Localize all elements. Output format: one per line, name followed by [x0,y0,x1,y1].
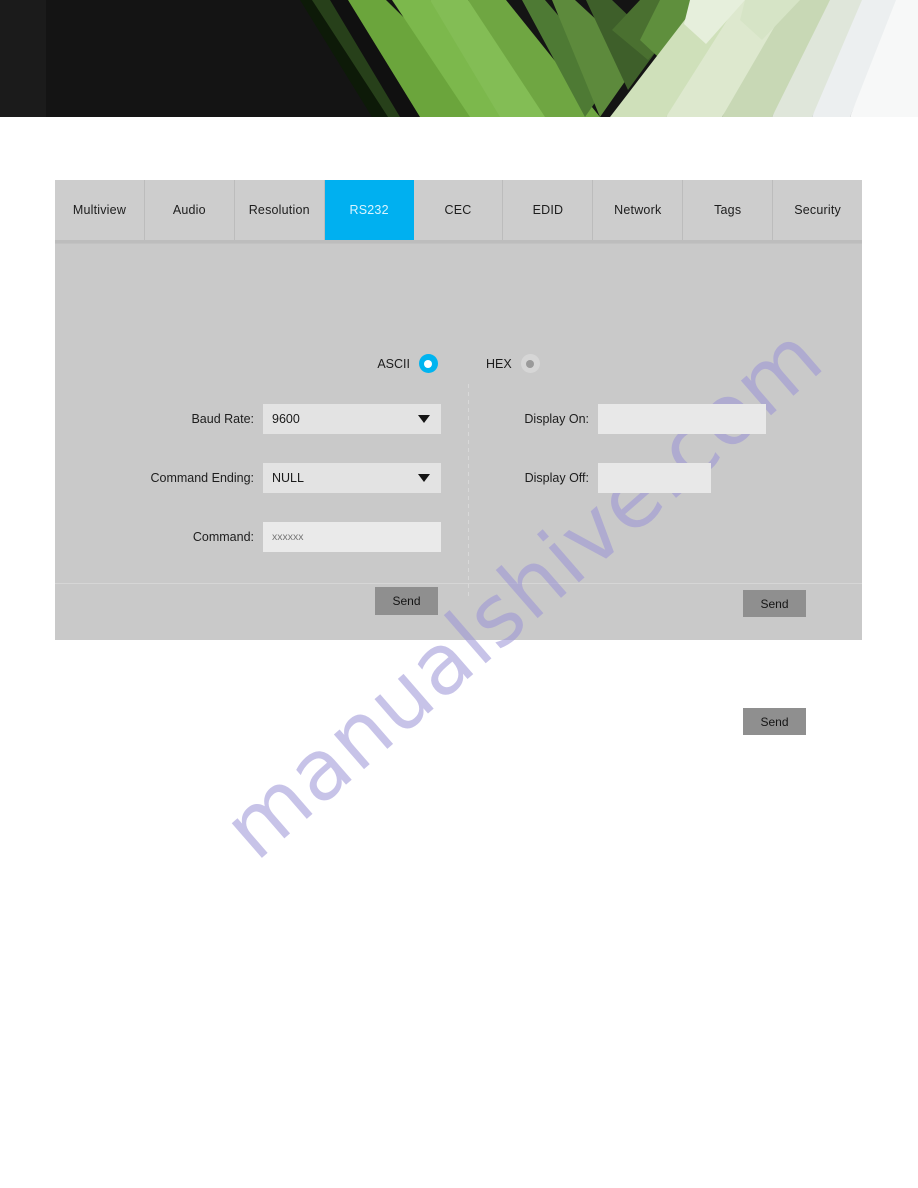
radio-option-ascii[interactable]: ASCII [377,354,438,373]
tab-network[interactable]: Network [593,180,684,240]
rs232-panel-body: manualshive.com ASCII HEX Baud Rate: 960… [55,243,862,878]
baud-rate-label: Baud Rate: [191,412,254,426]
display-on-input[interactable] [598,404,766,434]
display-on-label: Display On: [524,412,589,426]
banner-artwork [0,0,918,117]
chevron-down-icon [418,415,430,423]
settings-panel: Multiview Audio Resolution RS232 CEC EDI… [55,180,863,878]
tab-rs232[interactable]: RS232 [324,180,414,240]
command-ending-label: Command Ending: [150,471,254,485]
send-display-off-button[interactable]: Send [743,708,806,735]
command-input[interactable] [263,522,441,552]
tab-security[interactable]: Security [773,180,863,240]
radio-selected-icon[interactable] [418,354,438,373]
tab-label: Tags [714,203,742,217]
tab-audio[interactable]: Audio [144,180,235,240]
header-banner-graphic [0,0,918,117]
radio-label-hex: HEX [485,356,512,371]
tab-bar: Multiview Audio Resolution RS232 CEC EDI… [55,180,863,240]
display-off-label: Display Off: [524,471,589,485]
tab-tags[interactable]: Tags [683,180,774,240]
tab-label: Security [794,203,841,217]
command-label: Command: [192,530,254,544]
command-ending-value: NULL [272,471,304,485]
baud-rate-select[interactable]: 9600 [263,404,441,434]
tab-label: Multiview [72,203,127,217]
column-divider [468,384,469,599]
radio-label-ascii: ASCII [377,356,410,371]
display-control-form: Display On: Display Off: [475,404,855,493]
display-off-row: Display Off: [475,463,855,493]
chevron-down-icon [418,474,430,482]
tab-resolution[interactable]: Resolution [234,180,325,240]
command-ending-select[interactable]: NULL [263,463,441,493]
tab-label: RS232 [349,203,389,217]
command-row: Command: [55,522,455,552]
tab-label: Network [614,203,662,217]
tab-multiview[interactable]: Multiview [55,180,145,240]
tab-label: Resolution [248,203,310,217]
send-display-on-button[interactable]: Send [743,590,806,617]
radio-unselected-icon[interactable] [520,354,540,373]
command-ending-row: Command Ending: NULL [55,463,455,493]
display-off-input[interactable] [598,463,711,493]
send-command-button[interactable]: Send [375,587,438,615]
baud-rate-row: Baud Rate: 9600 [55,404,455,434]
encoding-mode-group: ASCII HEX [55,354,862,373]
tab-cec[interactable]: CEC [413,180,504,240]
tab-label: EDID [532,203,564,217]
tab-label: Audio [172,203,206,217]
baud-rate-value: 9600 [272,412,300,426]
display-on-row: Display On: [475,404,855,434]
radio-option-hex[interactable]: HEX [486,354,540,373]
tab-edid[interactable]: EDID [503,180,594,240]
rs232-command-form: Baud Rate: 9600 Command Ending: NULL Com… [55,404,455,552]
panel-footer [55,583,862,640]
tab-label: CEC [444,203,472,217]
